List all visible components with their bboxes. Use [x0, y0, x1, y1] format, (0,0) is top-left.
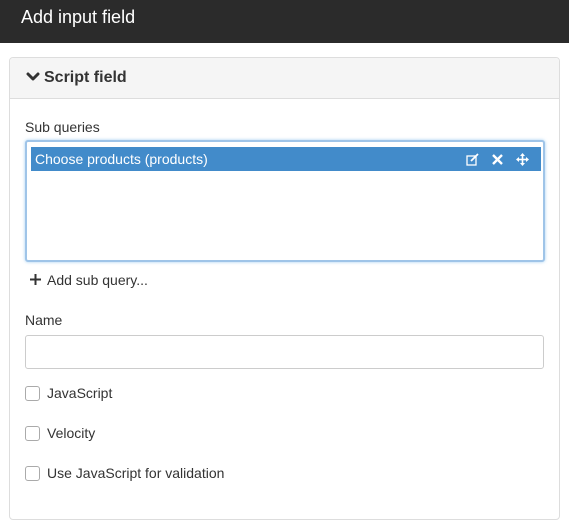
javascript-label: JavaScript — [47, 385, 113, 401]
sub-query-label: Choose products (products) — [35, 151, 208, 167]
move-icon[interactable] — [516, 153, 529, 166]
js-validation-label: Use JavaScript for validation — [47, 465, 225, 481]
panel-title: Script field — [44, 69, 127, 86]
javascript-checkbox[interactable] — [25, 386, 40, 401]
close-icon[interactable] — [491, 153, 504, 166]
add-sub-query-label: Add sub query... — [47, 272, 148, 288]
velocity-label: Velocity — [47, 425, 96, 441]
dialog-title: Add input field — [21, 7, 136, 27]
name-label: Name — [25, 312, 63, 328]
script-field-panel: Script field Sub queries Choose products… — [9, 57, 560, 520]
panel-heading[interactable]: Script field — [10, 58, 559, 99]
js-validation-checkbox[interactable] — [25, 466, 40, 481]
name-input[interactable] — [25, 335, 544, 369]
chevron-down-icon[interactable] — [26, 71, 40, 83]
sub-query-item[interactable]: Choose products (products) — [31, 147, 541, 171]
velocity-checkbox[interactable] — [25, 426, 40, 441]
dialog-titlebar: Add input field — [0, 0, 569, 43]
sub-queries-label: Sub queries — [25, 119, 100, 135]
edit-icon[interactable] — [466, 153, 479, 166]
plus-icon — [30, 274, 41, 285]
sub-queries-list[interactable]: Choose products (products) — [25, 140, 545, 262]
